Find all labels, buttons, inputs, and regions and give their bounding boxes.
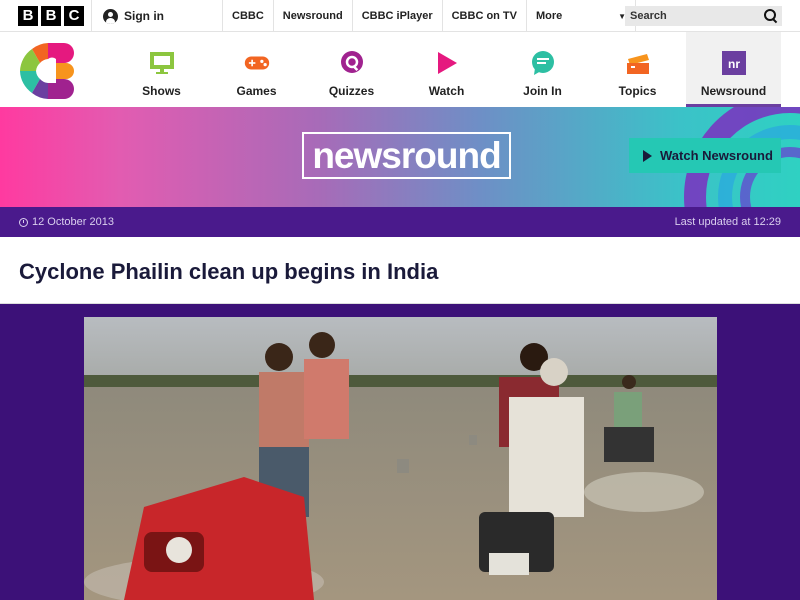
nav-quizzes[interactable]: Quizzes <box>304 32 399 107</box>
more-dropdown[interactable]: More ▼ <box>526 0 636 32</box>
nav-topics[interactable]: Topics <box>590 32 685 107</box>
sign-in-link[interactable]: Sign in <box>103 0 164 32</box>
date-bar: 12 October 2013 Last updated at 12:29 <box>0 207 800 237</box>
nav-label: Shows <box>142 84 181 98</box>
cbbc-nav: Shows Games Quizzes Watch Join In Topics… <box>0 32 800 107</box>
article-headline: Cyclone Phailin clean up begins in India <box>19 259 439 284</box>
search-placeholder: Search <box>630 10 667 22</box>
bbc-logo-letter: B <box>41 6 61 26</box>
cbbc-logo[interactable] <box>18 41 78 101</box>
divider <box>91 0 92 32</box>
bbc-logo-letter: B <box>18 6 38 26</box>
nav-games[interactable]: Games <box>209 32 304 107</box>
nav-watch[interactable]: Watch <box>399 32 494 107</box>
bbc-nav: CBBC Newsround CBBC iPlayer CBBC on TV M… <box>222 0 636 32</box>
nav-label: Topics <box>618 84 657 98</box>
nav-shows[interactable]: Shows <box>114 32 209 107</box>
media-area <box>0 304 800 600</box>
date-text: 12 October 2013 <box>32 216 114 228</box>
last-updated: Last updated at 12:29 <box>674 216 781 228</box>
bbc-nav-cbbc-iplayer[interactable]: CBBC iPlayer <box>351 0 442 32</box>
search-icon[interactable] <box>764 9 778 23</box>
gamepad-icon <box>244 50 270 76</box>
bbc-nav-cbbc-on-tv[interactable]: CBBC on TV <box>441 0 526 32</box>
nav-join-in[interactable]: Join In <box>495 32 590 107</box>
topics-icon <box>625 50 651 76</box>
nav-label: Newsround <box>700 84 767 98</box>
newsround-banner: newsround Watch Newsround <box>0 107 800 207</box>
more-label: More <box>536 10 563 22</box>
headline-area: Cyclone Phailin clean up begins in India <box>0 237 800 304</box>
play-icon <box>643 149 652 162</box>
watch-newsround-button[interactable]: Watch Newsround <box>629 138 781 173</box>
bbc-nav-cbbc[interactable]: CBBC <box>222 0 273 32</box>
quiz-icon <box>339 50 365 76</box>
publish-date: 12 October 2013 <box>19 216 114 228</box>
watch-newsround-label: Watch Newsround <box>660 148 773 163</box>
svg-text:nr: nr <box>728 57 740 71</box>
bbc-top-bar: B B C Sign in CBBC Newsround CBBC iPlaye… <box>0 0 800 32</box>
bbc-logo-letter: C <box>64 6 84 26</box>
newsround-title: newsround <box>302 132 511 179</box>
nav-label: Watch <box>428 84 465 98</box>
user-icon <box>103 8 118 24</box>
sign-in-label: Sign in <box>124 9 164 23</box>
nav-label: Join In <box>523 84 562 98</box>
nav-label: Games <box>236 84 277 98</box>
search-input[interactable]: Search <box>625 6 782 26</box>
play-icon <box>434 50 460 76</box>
nav-newsround[interactable]: nr Newsround <box>686 32 781 107</box>
chat-icon <box>530 50 556 76</box>
newsround-icon: nr <box>721 50 747 76</box>
nav-label: Quizzes <box>328 84 375 98</box>
tv-icon <box>149 50 175 76</box>
clock-icon <box>19 217 28 227</box>
article-photo <box>84 317 717 600</box>
bbc-logo[interactable]: B B C <box>18 6 84 26</box>
bbc-nav-newsround[interactable]: Newsround <box>272 0 352 32</box>
